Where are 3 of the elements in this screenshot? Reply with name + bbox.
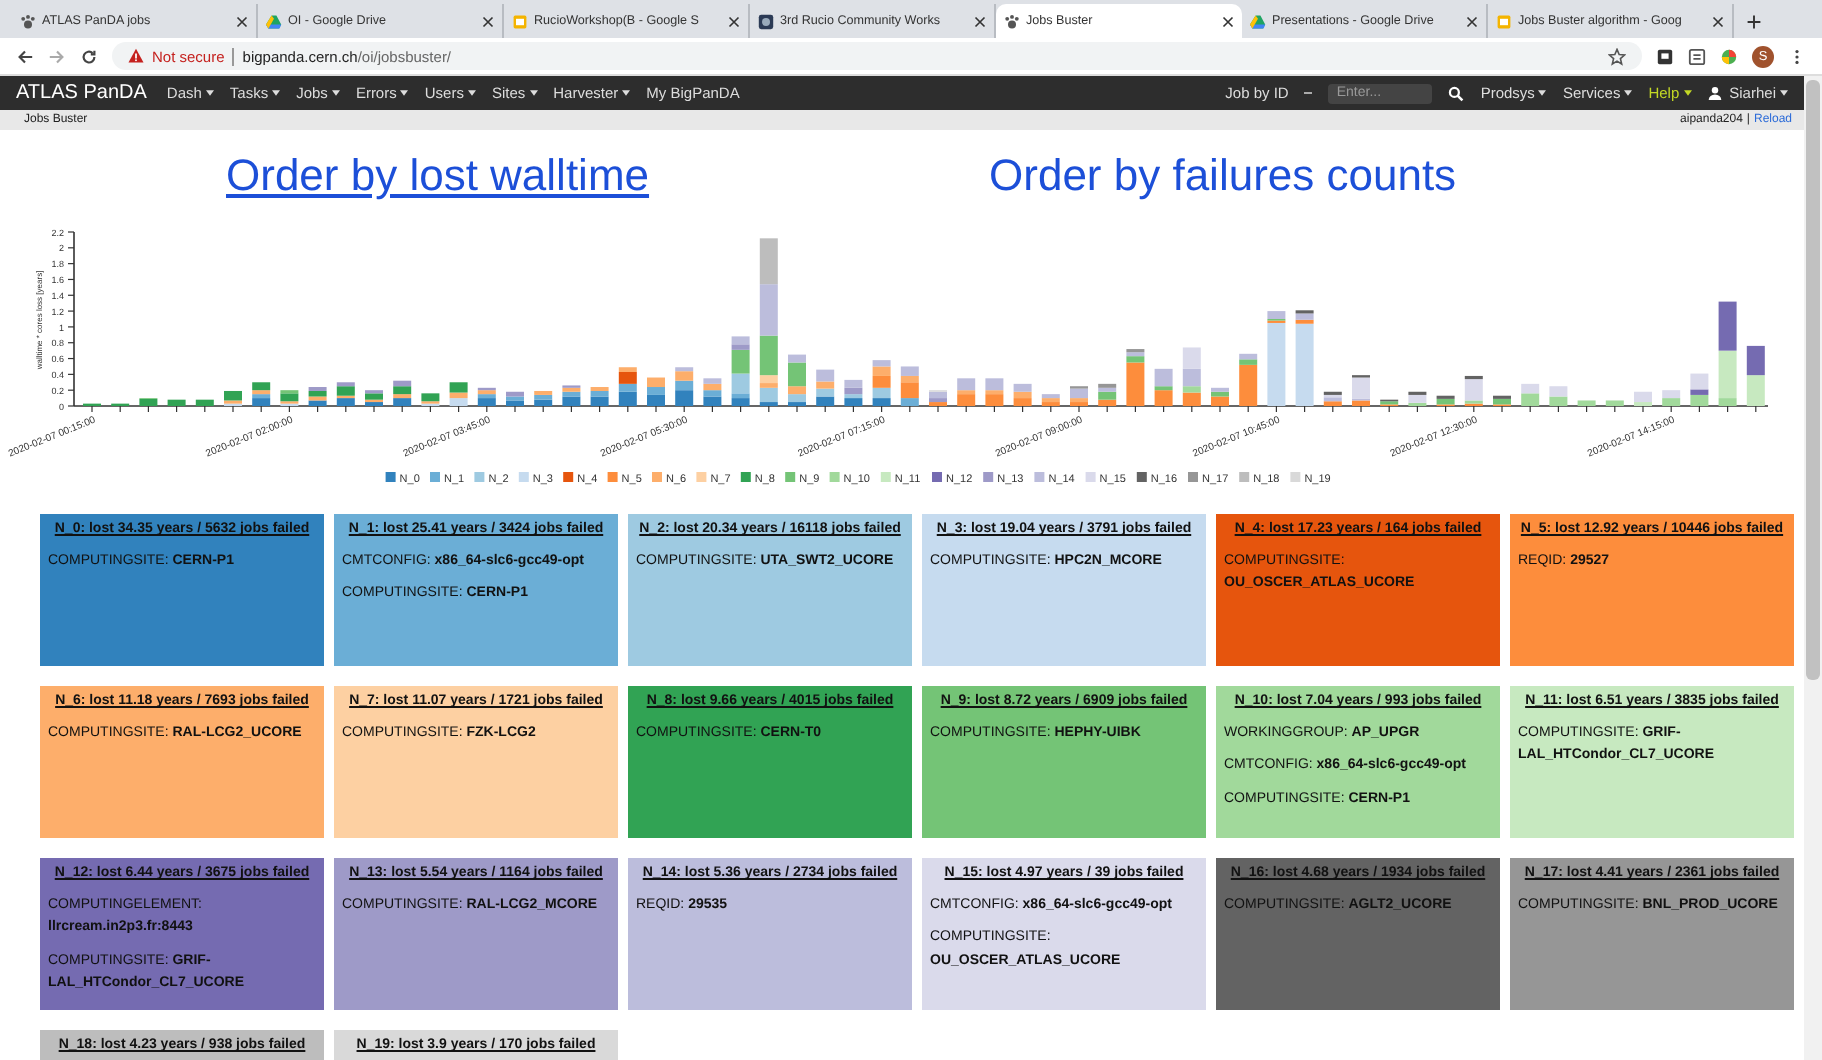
heading-link[interactable]: Order by lost walltime bbox=[226, 150, 650, 206]
brand-link[interactable]: ATLAS PanDA bbox=[16, 82, 147, 104]
heading-link[interactable]: Order by failures counts bbox=[989, 150, 1457, 206]
